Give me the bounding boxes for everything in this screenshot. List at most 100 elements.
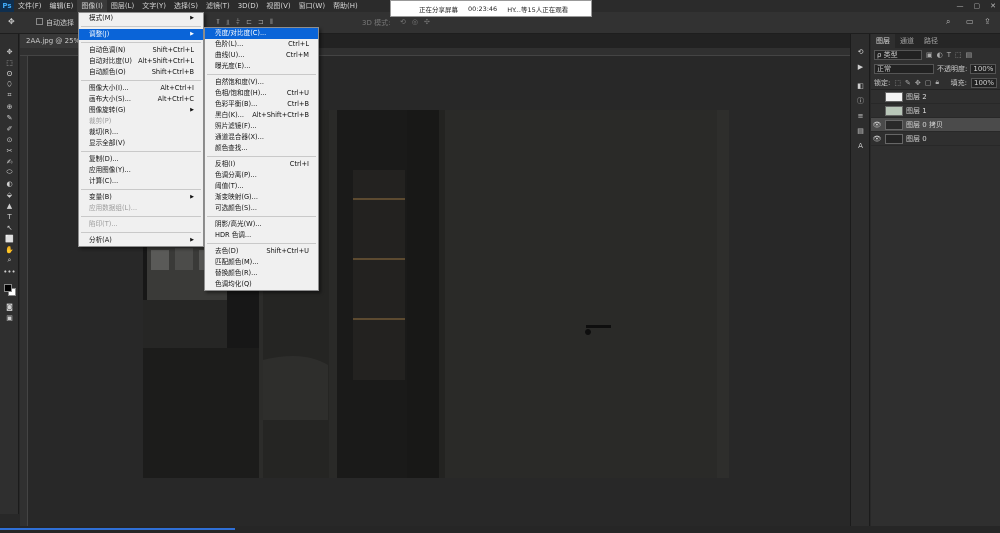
- tool-icon-2[interactable]: ʘ: [0, 68, 19, 79]
- panel-tab-0[interactable]: 图层: [871, 34, 895, 48]
- lock-all-icon[interactable]: 🔒︎: [935, 78, 939, 87]
- menu-item[interactable]: 自然饱和度(V)...: [205, 77, 318, 88]
- tool-icon-5[interactable]: ⊕: [0, 101, 19, 112]
- menu-item[interactable]: 色彩平衡(B)... Ctrl+B: [205, 99, 318, 110]
- actions-icon[interactable]: ▶: [851, 61, 870, 72]
- tool-icon-0[interactable]: ✥: [0, 46, 19, 57]
- lock-pixels-icon[interactable]: ⬚: [894, 79, 901, 87]
- share-icon[interactable]: ⇪: [984, 17, 991, 26]
- lock-move-icon[interactable]: ✥: [915, 79, 921, 87]
- align-middle-icon[interactable]: ⫫: [226, 18, 230, 27]
- align-center-icon[interactable]: ⊐: [258, 18, 264, 27]
- menu-item[interactable]: HDR 色调...: [205, 230, 318, 241]
- tool-icon-10[interactable]: ✍: [0, 156, 19, 167]
- color-swatches[interactable]: [3, 283, 17, 297]
- menu-1[interactable]: 编辑(E): [46, 0, 78, 12]
- menu-item[interactable]: 模式(M) ▶: [79, 13, 203, 24]
- tool-icon-9[interactable]: ✂: [0, 145, 19, 156]
- align-top-icon[interactable]: ⫪: [216, 18, 220, 27]
- toolbar-grip[interactable]: [0, 34, 18, 46]
- panel-tab-2[interactable]: 路径: [919, 34, 943, 48]
- panel-tab-1[interactable]: 通道: [895, 34, 919, 48]
- tool-icon-18[interactable]: ✋: [0, 244, 19, 255]
- move-tool-icon[interactable]: ✥: [8, 17, 15, 26]
- menu-item[interactable]: 颜色查找...: [205, 143, 318, 154]
- menu-item[interactable]: 曝光度(E)...: [205, 61, 318, 72]
- properties-icon[interactable]: ≡: [851, 110, 870, 121]
- menu-item[interactable]: 色调分离(P)...: [205, 170, 318, 181]
- tool-icon-12[interactable]: ◐: [0, 178, 19, 189]
- distribute-icon[interactable]: ⦀: [270, 18, 273, 27]
- align-bottom-icon[interactable]: ⫩: [236, 18, 240, 27]
- align-left-icon[interactable]: ⊏: [246, 18, 252, 27]
- layer-row[interactable]: 👁︎ 图层 0 拷贝: [871, 118, 1000, 132]
- menu-4[interactable]: 文字(Y): [138, 0, 170, 12]
- filter-type-icon[interactable]: T: [947, 51, 951, 59]
- filter-shape-icon[interactable]: ⬚: [955, 51, 962, 59]
- close-icon[interactable]: ✕: [990, 2, 996, 10]
- menu-item[interactable]: 自动对比度(U) Alt+Shift+Ctrl+L: [79, 56, 203, 67]
- auto-select-checkbox[interactable]: [36, 18, 43, 25]
- history-icon[interactable]: ⟲: [851, 46, 870, 57]
- menu-item[interactable]: 画布大小(S)... Alt+Ctrl+C: [79, 94, 203, 105]
- info-icon[interactable]: ⓘ: [851, 95, 870, 106]
- menu-item[interactable]: 渐变映射(G)...: [205, 192, 318, 203]
- libraries-icon[interactable]: ▤: [851, 125, 870, 136]
- menu-item[interactable]: 去色(D) Shift+Ctrl+U: [205, 246, 318, 257]
- menu-item[interactable]: 曲线(U)... Ctrl+M: [205, 50, 318, 61]
- filter-smart-icon[interactable]: ▤: [966, 51, 973, 59]
- tool-icon-1[interactable]: ⬚: [0, 57, 19, 68]
- menu-item[interactable]: 图像旋转(G) ▶: [79, 105, 203, 116]
- tool-icon-16[interactable]: ↖: [0, 222, 19, 233]
- layer-row[interactable]: 图层 2: [871, 90, 1000, 104]
- tool-icon-3[interactable]: ⬯: [0, 79, 19, 90]
- character-icon[interactable]: A: [851, 140, 870, 151]
- minimize-icon[interactable]: —: [957, 2, 964, 10]
- menu-item[interactable]: 分析(A) ▶: [79, 235, 203, 246]
- menu-3[interactable]: 图层(L): [107, 0, 138, 12]
- menu-item[interactable]: 照片滤镜(F)...: [205, 121, 318, 132]
- adjustments-icon[interactable]: ◧: [851, 80, 870, 91]
- workspace-icon[interactable]: ▭: [966, 17, 974, 26]
- tool-icon-4[interactable]: ⌗: [0, 90, 19, 101]
- filter-adjust-icon[interactable]: ◐: [937, 51, 943, 59]
- menu-item[interactable]: 计算(C)...: [79, 176, 203, 187]
- 3d-roll-icon[interactable]: ◎: [412, 18, 418, 26]
- screen-mode-icon[interactable]: ▣: [0, 312, 19, 323]
- menu-item[interactable]: 自动颜色(O) Shift+Ctrl+B: [79, 67, 203, 78]
- menu-0[interactable]: 文件(F): [14, 0, 46, 12]
- fill-input[interactable]: 100%: [970, 77, 997, 88]
- tool-icon-19[interactable]: ⌕: [0, 255, 19, 266]
- 3d-pan-icon[interactable]: ✣: [424, 18, 430, 26]
- tool-icon-8[interactable]: ⊙: [0, 134, 19, 145]
- menu-item[interactable]: 图像大小(I)... Alt+Ctrl+I: [79, 83, 203, 94]
- tool-icon-13[interactable]: ⬙: [0, 189, 19, 200]
- share-viewers[interactable]: HY...等15人正在观看: [507, 4, 568, 14]
- menu-item[interactable]: 调整(J) ▶: [79, 29, 203, 40]
- lock-artboard-icon[interactable]: ▢: [925, 79, 932, 87]
- tool-icon-6[interactable]: ✎: [0, 112, 19, 123]
- menu-item[interactable]: 变量(B) ▶: [79, 192, 203, 203]
- tool-icon-17[interactable]: ⬜: [0, 233, 19, 244]
- menu-item[interactable]: 可选颜色(S)...: [205, 203, 318, 214]
- menu-item[interactable]: 复制(D)...: [79, 154, 203, 165]
- menu-item[interactable]: 显示全部(V): [79, 138, 203, 149]
- tool-icon-14[interactable]: ▲: [0, 200, 19, 211]
- menu-item[interactable]: 应用图像(Y)...: [79, 165, 203, 176]
- layer-filter-select[interactable]: ρ 类型: [874, 50, 922, 60]
- layer-row[interactable]: 图层 1: [871, 104, 1000, 118]
- menu-item[interactable]: 反相(I) Ctrl+I: [205, 159, 318, 170]
- menu-9[interactable]: 窗口(W): [295, 0, 329, 12]
- search-icon[interactable]: ⌕: [946, 17, 950, 27]
- tool-icon-7[interactable]: ✐: [0, 123, 19, 134]
- visibility-eye-icon[interactable]: 👁︎: [871, 121, 883, 129]
- menu-item[interactable]: 自动色调(N) Shift+Ctrl+L: [79, 45, 203, 56]
- blend-mode-select[interactable]: 正常: [874, 64, 934, 74]
- lock-paint-icon[interactable]: ✎: [905, 79, 911, 87]
- menu-item[interactable]: 色调均化(Q): [205, 279, 318, 290]
- menu-item[interactable]: 匹配颜色(M)...: [205, 257, 318, 268]
- maximize-icon[interactable]: ▢: [974, 2, 981, 10]
- menu-item[interactable]: 阈值(T)...: [205, 181, 318, 192]
- tool-icon-11[interactable]: ⬭: [0, 167, 19, 178]
- layer-row[interactable]: 👁︎ 图层 0: [871, 132, 1000, 146]
